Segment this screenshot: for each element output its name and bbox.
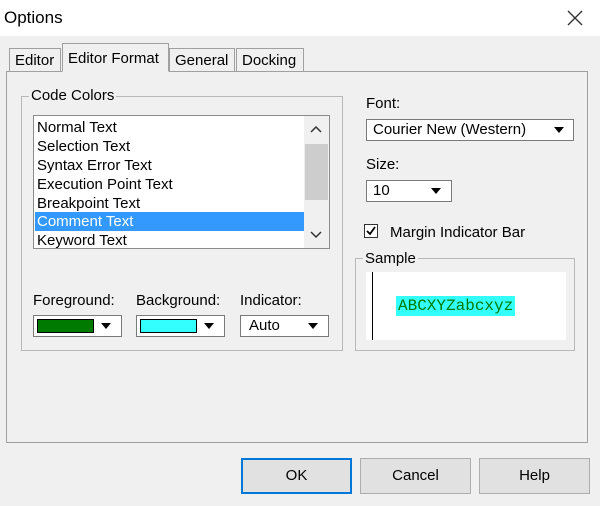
list-item[interactable]: Syntax Error Text xyxy=(37,156,152,175)
scroll-thumb[interactable] xyxy=(305,144,328,200)
scroll-down-icon[interactable] xyxy=(309,230,323,240)
size-label: Size: xyxy=(366,156,400,173)
chevron-down-icon xyxy=(101,323,111,329)
font-value: Courier New (Western) xyxy=(373,121,527,138)
help-button[interactable]: Help xyxy=(479,458,590,494)
foreground-swatch xyxy=(37,319,94,333)
indicator-value: Auto xyxy=(249,317,280,334)
font-label: Font: xyxy=(366,95,401,112)
code-colors-list[interactable]: Normal Text Selection Text Syntax Error … xyxy=(33,115,330,249)
scroll-up-icon[interactable] xyxy=(309,124,323,134)
list-item[interactable]: Breakpoint Text xyxy=(37,194,140,213)
list-item[interactable]: Execution Point Text xyxy=(37,175,173,194)
list-item[interactable]: Normal Text xyxy=(37,118,117,137)
close-button[interactable] xyxy=(561,4,589,32)
close-icon xyxy=(567,10,583,26)
cancel-button[interactable]: Cancel xyxy=(360,458,471,494)
tab-general[interactable]: General xyxy=(169,48,235,71)
foreground-select[interactable] xyxy=(33,315,122,337)
checkmark-icon xyxy=(366,226,376,236)
ok-button[interactable]: OK xyxy=(241,458,352,494)
size-value: 10 xyxy=(373,182,390,199)
size-select[interactable]: 10 xyxy=(366,180,452,202)
tab-editor[interactable]: Editor xyxy=(9,48,61,71)
background-label: Background: xyxy=(136,292,221,309)
chevron-down-icon xyxy=(431,188,441,194)
font-select[interactable]: Courier New (Western) xyxy=(366,119,574,141)
foreground-label: Foreground: xyxy=(33,292,115,309)
indicator-select[interactable]: Auto xyxy=(240,315,329,337)
tab-editor-format[interactable]: Editor Format xyxy=(62,43,169,72)
tab-docking[interactable]: Docking xyxy=(236,48,304,71)
margin-indicator-bar xyxy=(372,272,373,340)
indicator-label: Indicator: xyxy=(240,292,302,309)
window-title: Options xyxy=(4,8,63,27)
code-colors-legend: Code Colors xyxy=(29,87,117,104)
background-swatch xyxy=(140,319,197,333)
list-item-selected[interactable]: Comment Text xyxy=(35,212,306,231)
chevron-down-icon xyxy=(308,323,318,329)
margin-indicator-checkbox[interactable] xyxy=(364,224,378,238)
sample-preview: ABCXYZabcxyz xyxy=(366,272,566,340)
sample-text: ABCXYZabcxyz xyxy=(396,296,516,316)
margin-indicator-label: Margin Indicator Bar xyxy=(390,224,526,241)
list-item[interactable]: Keyword Text xyxy=(37,231,127,248)
list-item[interactable]: Selection Text xyxy=(37,137,130,156)
chevron-down-icon xyxy=(204,323,214,329)
background-select[interactable] xyxy=(136,315,225,337)
chevron-down-icon xyxy=(554,127,564,133)
sample-legend: Sample xyxy=(363,250,418,267)
